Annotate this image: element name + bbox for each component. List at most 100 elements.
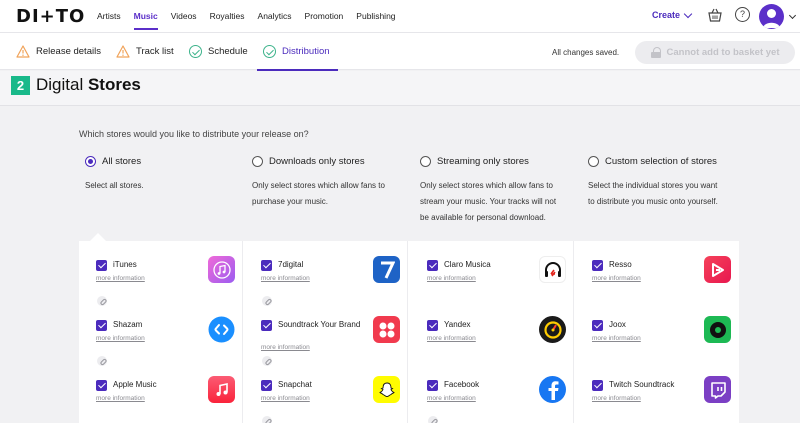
store-7digital: 7digital more information [261,256,411,318]
shazam-icon [208,316,235,343]
step-release-details[interactable]: Release details [16,33,101,70]
step-label: Schedule [208,46,248,57]
step-schedule[interactable]: Schedule [189,33,248,70]
description-line: stream your music. Your tracks will not [420,197,557,206]
option-description: Only select stores which allow fans to pu… [252,178,412,210]
radio-button[interactable] [85,156,96,167]
store-apple-music: Apple Music more information [96,376,246,423]
link-icon[interactable] [428,416,438,423]
nav-item-royalties[interactable]: Royalties [210,0,245,32]
more-information-link[interactable]: more information [261,344,310,351]
more-information-link[interactable]: more information [592,395,641,402]
option-label: All stores [102,156,142,167]
resso-icon [704,256,731,283]
option-custom-selection[interactable]: Custom selection of stores Select the in… [588,156,748,210]
link-icon[interactable] [262,416,272,423]
nav-item-promotion[interactable]: Promotion [305,0,344,32]
option-description: Only select stores which allow fans to st… [420,178,580,226]
facebook-icon [539,376,566,403]
add-to-basket-button[interactable]: Cannot add to basket yet [635,41,795,64]
help-icon[interactable]: ? [735,7,750,22]
main-nav: Artists Music Videos Royalties Analytics… [97,0,409,32]
link-icon[interactable] [262,356,272,366]
section-title-light: Digital [36,75,88,94]
more-information-link[interactable]: more information [261,395,310,402]
store-facebook: Facebook more information [427,376,577,423]
store-checkbox[interactable] [592,320,603,331]
description-line: Only select stores which allow fans to [420,181,553,190]
link-icon[interactable] [97,356,107,366]
store-yandex: Yandex more information [427,316,577,378]
top-nav-bar: DI+TO Artists Music Videos Royalties Ana… [0,0,800,32]
more-information-link[interactable]: more information [96,395,145,402]
step-distribution[interactable]: Distribution [257,33,338,71]
radio-button[interactable] [588,156,599,167]
more-information-link[interactable]: more information [427,275,476,282]
basket-icon[interactable] [707,7,723,23]
description-line: purchase your music. [252,197,329,206]
lock-icon [650,47,661,58]
store-checkbox[interactable] [96,320,107,331]
store-checkbox[interactable] [592,380,603,391]
yandex-icon [539,316,566,343]
store-question: Which stores would you like to distribut… [79,129,309,139]
avatar[interactable] [759,4,784,29]
snapchat-icon [373,376,400,403]
store-name: Yandex [444,320,471,329]
store-checkbox[interactable] [261,380,272,391]
store-checkbox[interactable] [427,260,438,271]
section-title-bold: Stores [87,75,141,94]
store-twitch-soundtrack: Twitch Soundtrack more information [592,376,742,423]
more-information-link[interactable]: more information [592,335,641,342]
release-steps-bar: Release details Track list Schedule Dist… [0,32,800,71]
create-menu-button[interactable]: Create [652,9,693,20]
store-shazam: Shazam more information [96,316,246,378]
warning-icon [116,45,130,58]
nav-item-artists[interactable]: Artists [97,0,121,32]
option-label: Custom selection of stores [605,156,717,167]
more-information-link[interactable]: more information [427,395,476,402]
nav-item-analytics[interactable]: Analytics [258,0,292,32]
store-checkbox[interactable] [427,380,438,391]
ditto-logo[interactable]: DI+TO [16,6,85,27]
link-icon[interactable] [262,296,272,306]
radio-button[interactable] [420,156,431,167]
more-information-link[interactable]: more information [427,335,476,342]
more-information-link[interactable]: more information [592,275,641,282]
chevron-down-icon[interactable] [788,11,797,20]
twitch-icon [704,376,731,403]
nav-item-publishing[interactable]: Publishing [356,0,395,32]
store-checkbox[interactable] [261,320,272,331]
panel-pointer [90,233,106,241]
store-checkbox[interactable] [427,320,438,331]
nav-item-music[interactable]: Music [133,0,158,32]
section-title: Digital Stores [36,75,141,95]
store-claro-musica: Claro Musica more information [427,256,577,318]
more-information-link[interactable]: more information [261,275,310,282]
claro-icon [539,256,566,283]
store-checkbox[interactable] [261,260,272,271]
7digital-icon [373,256,400,283]
step-label: Distribution [282,46,330,57]
step-track-list[interactable]: Track list [116,33,174,70]
link-icon[interactable] [97,296,107,306]
store-checkbox[interactable] [592,260,603,271]
store-resso: Resso more information [592,256,742,318]
description-line: Only select stores which allow fans to [252,181,385,190]
option-streaming-only[interactable]: Streaming only stores Only select stores… [420,156,580,226]
more-information-link[interactable]: more information [96,275,145,282]
section-number: 2 [11,76,30,95]
store-name: 7digital [278,260,304,269]
store-name: Twitch Soundtrack [609,380,675,389]
option-downloads-only[interactable]: Downloads only stores Only select stores… [252,156,412,210]
store-checkbox[interactable] [96,260,107,271]
store-name: Shazam [113,320,143,329]
nav-item-videos[interactable]: Videos [171,0,197,32]
store-joox: Joox more information [592,316,742,378]
description-line: to distribute you music onto yourself. [588,197,718,206]
step-label: Release details [36,46,101,57]
store-checkbox[interactable] [96,380,107,391]
option-all-stores[interactable]: All stores Select all stores. [85,156,245,194]
radio-button[interactable] [252,156,263,167]
more-information-link[interactable]: more information [96,335,145,342]
